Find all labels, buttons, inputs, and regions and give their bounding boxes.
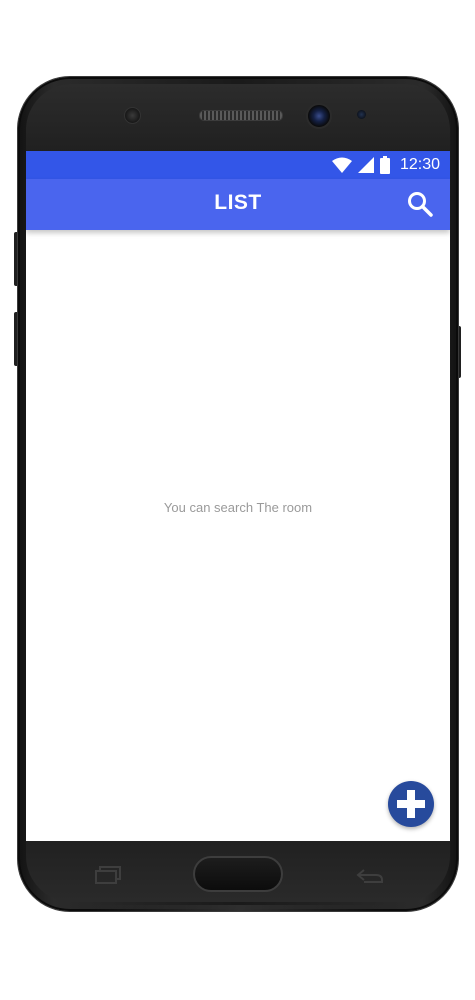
empty-state-message: You can search The room	[163, 500, 313, 515]
front-camera-icon	[306, 103, 332, 129]
back-icon[interactable]	[354, 864, 386, 886]
add-button[interactable]	[388, 781, 434, 827]
iris-sensor-icon	[357, 110, 366, 119]
search-button[interactable]	[406, 190, 434, 218]
app-screen: 12:30 LIST You can search The room	[26, 151, 450, 841]
recent-apps-icon[interactable]	[92, 864, 124, 886]
battery-icon	[379, 156, 390, 174]
status-time: 12:30	[399, 156, 440, 173]
device-mockup: 12:30 LIST You can search The room	[0, 0, 475, 1000]
cellular-signal-icon	[357, 157, 374, 173]
search-icon	[408, 192, 433, 217]
wifi-icon	[331, 157, 352, 173]
status-bar: 12:30	[26, 151, 450, 179]
proximity-sensor-icon	[124, 107, 141, 124]
earpiece-speaker	[199, 110, 283, 121]
page-title: LIST	[214, 191, 262, 214]
home-button[interactable]	[193, 856, 283, 892]
app-bar: LIST	[26, 179, 450, 230]
status-icons: 12:30	[331, 155, 440, 175]
bottom-edge	[90, 905, 390, 911]
